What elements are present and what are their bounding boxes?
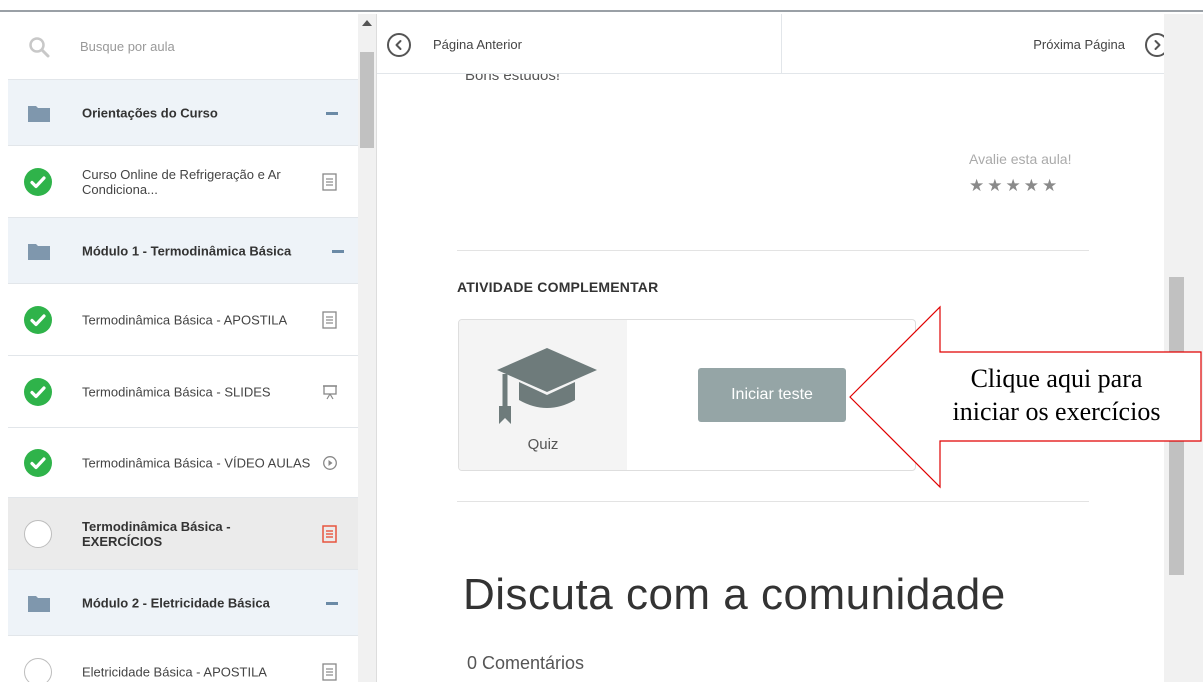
- star-rating[interactable]: ★★★★★: [969, 176, 1060, 196]
- document-icon: [322, 662, 337, 681]
- section-title: Orientações do Curso: [82, 105, 218, 120]
- lesson-title: Termodinâmica Básica - APOSTILA: [82, 312, 288, 327]
- lesson-title: Curso Online de Refrigeração e Ar Condic…: [82, 166, 281, 197]
- page-navigation: Página Anterior Próxima Página: [377, 14, 1189, 74]
- quiz-label: Quiz: [527, 436, 559, 453]
- comments-count: 0 Comentários: [467, 653, 585, 673]
- partially-visible-text: Bons estudos!: [465, 74, 560, 82]
- search-input[interactable]: [80, 34, 340, 58]
- lesson-title: Eletricidade Básica - APOSTILA: [82, 664, 267, 679]
- check-circle-icon: [24, 167, 52, 196]
- divider: [457, 250, 1089, 251]
- activity-heading: ATIVIDADE COMPLEMENTAR: [457, 279, 659, 295]
- sidebar-lesson-exercicios[interactable]: Termodinâmica Básica - EXERCÍCIOS: [8, 498, 358, 570]
- lesson-title: Termodinâmica Básica - EXERCÍCIOS: [82, 518, 231, 549]
- chevron-left-icon: [387, 33, 411, 57]
- divider: [457, 501, 1089, 502]
- collapse-icon[interactable]: [326, 601, 338, 605]
- sidebar-section-modulo-1[interactable]: Módulo 1 - Termodinâmica Básica: [8, 218, 358, 284]
- annotation-line-2: iniciar os exercícios: [952, 397, 1161, 426]
- collapse-icon[interactable]: [332, 249, 344, 253]
- incomplete-circle-icon: [24, 657, 52, 682]
- sidebar-lesson-slides[interactable]: Termodinâmica Básica - SLIDES: [8, 356, 358, 428]
- folder-icon: [28, 596, 50, 612]
- sidebar-lesson-curso-online[interactable]: Curso Online de Refrigeração e Ar Condic…: [8, 146, 358, 218]
- document-icon: [322, 524, 337, 543]
- section-title: Módulo 1 - Termodinâmica Básica: [82, 243, 292, 258]
- section-title: Módulo 2 - Eletricidade Básica: [82, 595, 270, 610]
- next-page-label: Próxima Página: [1033, 37, 1125, 52]
- folder-icon: [28, 106, 50, 122]
- check-circle-icon: [24, 377, 52, 406]
- check-circle-icon: [24, 448, 52, 477]
- sidebar-section-modulo-2[interactable]: Módulo 2 - Eletricidade Básica: [8, 570, 358, 636]
- start-test-button[interactable]: Iniciar teste: [698, 368, 846, 422]
- browser-top-strip: [0, 0, 1203, 12]
- lesson-sidebar: Orientações do Curso Curso Online de Ref…: [8, 14, 358, 682]
- document-icon: [322, 310, 337, 329]
- play-icon: [323, 455, 337, 470]
- presentation-icon: [323, 384, 337, 399]
- next-page-link[interactable]: Próxima Página: [782, 14, 1189, 74]
- folder-icon: [28, 244, 50, 260]
- rate-lesson-label: Avalie esta aula!: [969, 151, 1072, 167]
- check-circle-icon: [24, 305, 52, 334]
- collapse-icon[interactable]: [326, 111, 338, 115]
- sidebar-scroll-thumb[interactable]: [360, 52, 374, 148]
- sidebar-scrollbar[interactable]: [358, 14, 376, 682]
- sidebar-lesson-apostila[interactable]: Termodinâmica Básica - APOSTILA: [8, 284, 358, 356]
- annotation-line-1: Clique aqui para: [970, 364, 1143, 393]
- search-icon: [29, 37, 50, 58]
- document-icon: [322, 172, 337, 191]
- sidebar-lesson-eletricidade-apostila[interactable]: Eletricidade Básica - APOSTILA: [8, 636, 358, 682]
- lesson-title: Termodinâmica Básica - VÍDEO AULAS: [82, 455, 311, 470]
- incomplete-circle-icon: [24, 519, 52, 548]
- annotation-text: Clique aqui para iniciar os exercícios: [910, 362, 1203, 428]
- quiz-thumbnail: Quiz: [459, 320, 627, 470]
- lesson-title: Termodinâmica Básica - SLIDES: [82, 384, 271, 399]
- graduation-cap-icon: [497, 348, 597, 424]
- search-bar: [8, 14, 358, 80]
- previous-page-label: Página Anterior: [433, 37, 522, 52]
- scroll-up-arrow-icon[interactable]: [362, 20, 372, 26]
- sidebar-lesson-video-aulas[interactable]: Termodinâmica Básica - VÍDEO AULAS: [8, 428, 358, 498]
- previous-page-link[interactable]: Página Anterior: [377, 14, 782, 74]
- sidebar-section-orientacoes[interactable]: Orientações do Curso: [8, 80, 358, 146]
- discussion-heading: Discuta com a comunidade: [463, 570, 1006, 619]
